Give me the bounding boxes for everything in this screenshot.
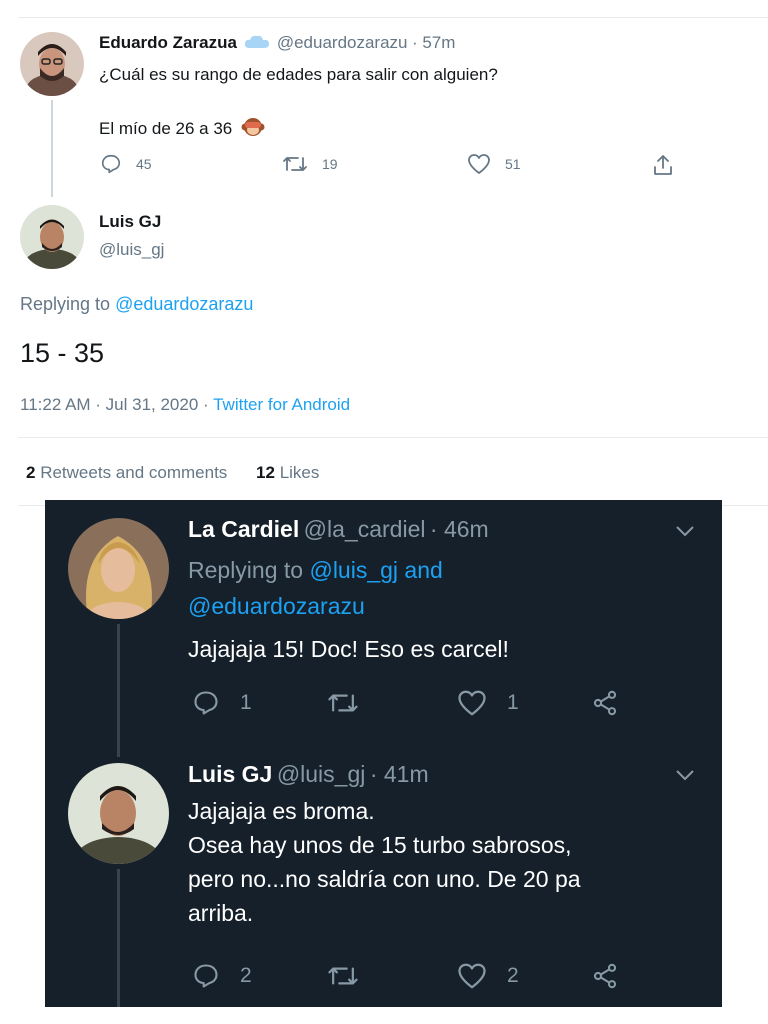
dark-thread-connector-lower: [117, 869, 120, 1007]
share-icon: [590, 689, 620, 717]
reply1-time[interactable]: · 46m: [430, 516, 489, 542]
reply-author-name[interactable]: Luis GJ: [99, 212, 161, 232]
reply2-text-line: Jajajaja es broma.: [188, 798, 375, 824]
thread-connector: [51, 100, 53, 197]
reply2-reply-action[interactable]: 2: [192, 962, 252, 990]
retweet-icon: [282, 153, 308, 175]
reply-text: 15 - 35: [20, 338, 105, 368]
like-count: 51: [505, 156, 521, 172]
meta-divider: [18, 437, 768, 438]
tweet-text-line2-label: El mío de 26 a 36: [99, 119, 233, 138]
reply-icon: [192, 689, 220, 717]
retweet-count: 19: [322, 156, 338, 172]
tweet-time[interactable]: · 57m: [412, 33, 455, 52]
reply1-menu-button[interactable]: [675, 524, 695, 542]
reply-count: 45: [136, 156, 152, 172]
share-icon: [590, 962, 620, 990]
engagement-bar: 2 Retweets and comments 12 Likes: [26, 463, 319, 483]
reply2-menu-button[interactable]: [675, 768, 695, 786]
reply1-mention-1[interactable]: @luis_gj and: [309, 557, 442, 583]
tweet-meta: 11:22 AM · Jul 31, 2020 · Twitter for An…: [20, 395, 350, 415]
reply2-header: Luis GJ @luis_gj · 41m: [188, 761, 429, 788]
reply1-reply-action[interactable]: 1: [192, 689, 252, 717]
replying-to-mention[interactable]: @eduardozarazu: [115, 294, 253, 314]
reply1-text: Jajajaja 15! Doc! Eso es carcel!: [188, 636, 509, 662]
likes-count: 12: [256, 463, 275, 482]
reply1-replying-to: Replying to @luis_gj and @eduardozarazu: [188, 552, 443, 624]
reply2-text-line: arriba.: [188, 900, 254, 926]
reply-author-handle[interactable]: @luis_gj: [99, 240, 164, 260]
reply1-retweet-action[interactable]: [327, 689, 359, 717]
like-action[interactable]: 51: [467, 153, 521, 175]
luis-avatar[interactable]: [20, 205, 84, 269]
reply-action[interactable]: 45: [100, 153, 152, 175]
reply2-reply-count: 2: [240, 964, 252, 987]
chevron-down-icon: [675, 524, 695, 541]
reply1-like-action[interactable]: 1: [457, 689, 519, 717]
likes-label: Likes: [279, 463, 320, 482]
reply-icon: [100, 153, 122, 175]
replying-to-label: Replying to: [20, 294, 111, 314]
retweet-icon: [327, 962, 359, 990]
retweet-icon: [327, 689, 359, 717]
tweet-timestamp[interactable]: 11:22 AM · Jul 31, 2020 ·: [20, 395, 209, 414]
verified-badge-icon: [244, 34, 270, 55]
chevron-down-icon: [675, 768, 695, 785]
likes-link[interactable]: 12 Likes: [256, 463, 319, 482]
reply1-mention-2[interactable]: @eduardozarazu: [188, 593, 365, 619]
tweet-text-line2: El mío de 26 a 36: [99, 116, 265, 143]
tweet-header: Eduardo Zarazua @eduardozarazu · 57m: [99, 33, 455, 55]
retweets-count: 2: [26, 463, 36, 482]
tweet-source[interactable]: Twitter for Android: [213, 395, 350, 414]
author-name[interactable]: Eduardo Zarazua: [99, 33, 237, 52]
reply2-like-action[interactable]: 2: [457, 962, 519, 990]
retweets-link[interactable]: 2 Retweets and comments: [26, 463, 232, 482]
reply1-reply-count: 1: [240, 691, 252, 714]
top-divider: [18, 17, 768, 18]
la-cardiel-avatar[interactable]: [68, 518, 169, 619]
reply2-text-line: pero no...no saldría con uno. De 20 pa: [188, 866, 581, 892]
reply1-handle[interactable]: @la_cardiel: [304, 516, 426, 542]
reply2-text-line: Osea hay unos de 15 turbo sabrosos,: [188, 832, 572, 858]
share-action[interactable]: [651, 153, 675, 177]
reply2-share-action[interactable]: [590, 962, 620, 990]
tweet-text-line1: ¿Cuál es su rango de edades para salir c…: [99, 65, 498, 84]
share-icon: [651, 153, 675, 177]
heart-icon: [457, 689, 487, 717]
retweet-action[interactable]: 19: [282, 153, 338, 175]
see-no-evil-monkey-icon: [241, 116, 265, 143]
retweets-label: Retweets and comments: [40, 463, 228, 482]
embedded-screenshot: La Cardiel @la_cardiel · 46m Replying to…: [45, 500, 722, 1007]
eduardo-avatar[interactable]: [20, 32, 84, 96]
reply1-share-action[interactable]: [590, 689, 620, 717]
replying-to-line: Replying to @eduardozarazu: [20, 294, 253, 315]
reply1-replying-label: Replying to: [188, 557, 304, 583]
luis-dark-avatar[interactable]: [68, 763, 169, 864]
reply2-text: Jajajaja es broma. Osea hay unos de 15 t…: [188, 794, 581, 930]
reply1-like-count: 1: [507, 691, 519, 714]
heart-icon: [457, 962, 487, 990]
reply1-author-name[interactable]: La Cardiel: [188, 516, 299, 542]
reply2-time[interactable]: · 41m: [370, 761, 429, 787]
heart-icon: [467, 153, 491, 175]
reply2-retweet-action[interactable]: [327, 962, 359, 990]
reply1-header: La Cardiel @la_cardiel · 46m: [188, 516, 489, 543]
reply2-author-name[interactable]: Luis GJ: [188, 761, 272, 787]
reply2-like-count: 2: [507, 964, 519, 987]
author-handle[interactable]: @eduardozarazu: [277, 33, 408, 52]
reply2-handle[interactable]: @luis_gj: [277, 761, 366, 787]
reply-icon: [192, 962, 220, 990]
dark-thread-connector: [117, 624, 120, 757]
